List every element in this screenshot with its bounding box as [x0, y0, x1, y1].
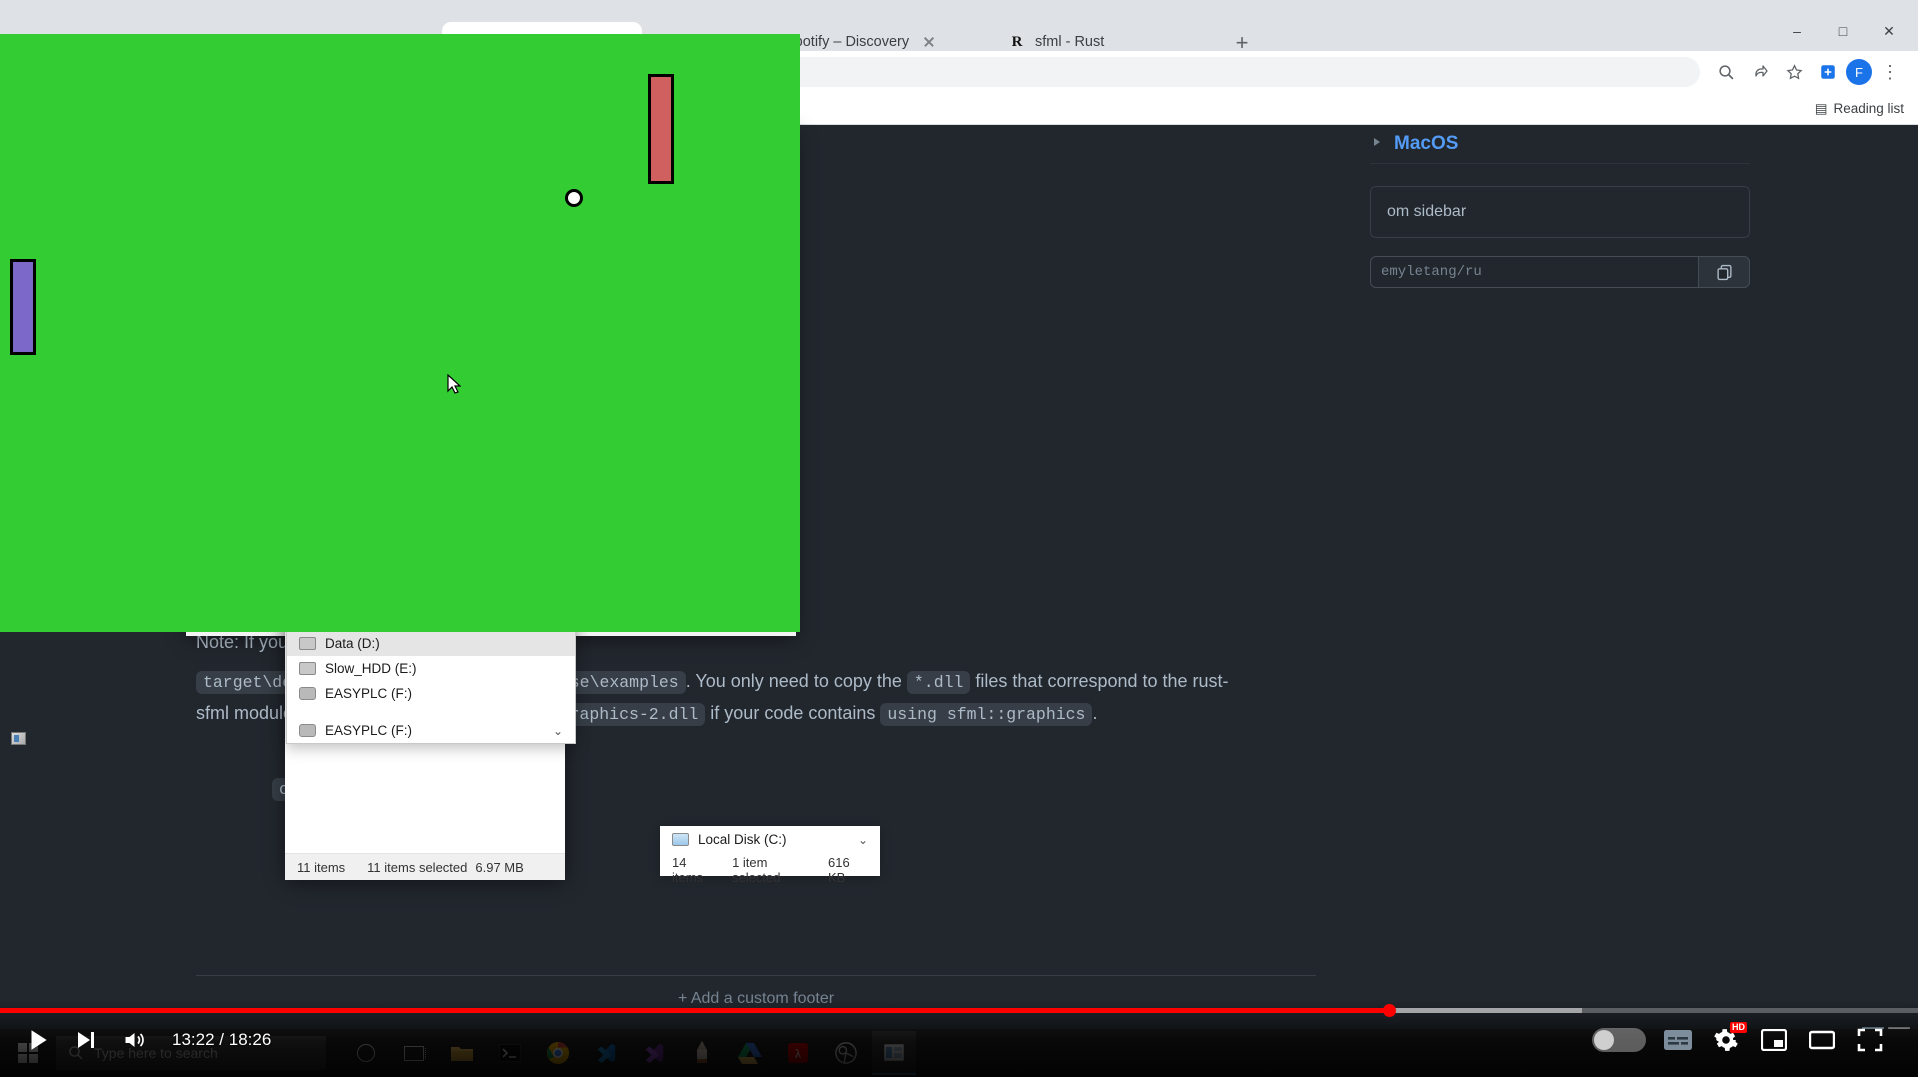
note-text: . — [1092, 703, 1098, 723]
hdd-icon — [299, 637, 316, 650]
profile-avatar[interactable]: F — [1846, 59, 1872, 85]
drive-item-4[interactable]: EASYPLC (F:) ⌄ — [287, 718, 575, 743]
fullscreen-icon[interactable] — [1846, 1016, 1894, 1064]
subtitles-icon[interactable] — [1654, 1016, 1702, 1064]
close-icon[interactable] — [920, 33, 938, 51]
inline-code: using sfml::graphics — [880, 703, 1093, 726]
item-count: 14 items — [672, 855, 704, 885]
drive-item-2[interactable]: Slow_HDD (E:) — [287, 656, 575, 681]
drive-label: EASYPLC (F:) — [325, 686, 413, 701]
sidebar-item-label: MacOS — [1394, 133, 1459, 154]
browser-window-controls: – □ ✕ — [1774, 14, 1912, 48]
theater-mode-icon[interactable] — [1798, 1016, 1846, 1064]
progress-bar[interactable] — [0, 1004, 1918, 1017]
gear-icon[interactable]: HD — [1702, 1016, 1750, 1064]
selection-count: 11 items selected — [367, 859, 468, 875]
drive-label: Local Disk (C:) — [698, 832, 787, 847]
explorer-status-bar: 14 items 1 item selected 616 KB — [660, 850, 880, 885]
pong-game-canvas[interactable] — [0, 34, 800, 632]
chrome-menu-icon[interactable]: ⋮ — [1874, 56, 1906, 88]
item-count: 11 items — [297, 859, 346, 875]
copy-icon[interactable] — [1698, 256, 1750, 288]
quality-badge: HD — [1730, 1022, 1747, 1033]
player-controls-row: 13:22 / 18:26 HD — [0, 1016, 1918, 1064]
usb-icon — [299, 687, 316, 700]
chevron-down-icon[interactable]: ⌄ — [553, 724, 563, 738]
clone-url-row: emyletang/ru — [1370, 256, 1750, 288]
chevron-right-icon — [1374, 138, 1380, 146]
note-text: . You only need to copy the — [685, 671, 907, 691]
zoom-icon[interactable] — [1710, 56, 1742, 88]
explorer-right-bottom-strip: Local Disk (C:) ⌄ 14 items 1 item select… — [660, 826, 880, 885]
player-left-controls: 13:22 / 18:26 — [0, 1016, 285, 1064]
player-right-controls: HD — [1584, 1016, 1918, 1064]
total-time: 18:26 — [228, 1030, 272, 1049]
current-time: 13:22 — [172, 1030, 215, 1049]
reading-list-button[interactable]: ▤ Reading list — [1815, 101, 1904, 117]
miniplayer-icon[interactable] — [1750, 1016, 1798, 1064]
local-disk-icon — [672, 833, 689, 846]
sfml-app-icon — [11, 732, 26, 745]
share-icon[interactable] — [1744, 56, 1776, 88]
extensions-icon[interactable] — [1812, 56, 1844, 88]
pong-ball — [565, 189, 583, 207]
play-icon[interactable] — [14, 1016, 62, 1064]
left-paddle — [10, 259, 36, 355]
chevron-down-icon[interactable]: ⌄ — [858, 833, 868, 847]
autoplay-toggle[interactable] — [1584, 1016, 1654, 1064]
minimize-button[interactable]: – — [1774, 14, 1820, 48]
right-paddle — [648, 74, 674, 184]
rust-docs-icon: R — [1011, 33, 1023, 50]
hdd-icon — [299, 662, 316, 675]
selection-size: 616 KB — [828, 855, 850, 885]
sidebar-box: om sidebar — [1370, 186, 1750, 238]
drive-item-1[interactable]: Data (D:) — [287, 631, 575, 656]
inline-code: *.dll — [906, 671, 971, 694]
next-video-icon[interactable] — [62, 1016, 110, 1064]
volume-icon[interactable] — [110, 1016, 158, 1064]
note-text: if your code contains — [705, 703, 881, 723]
omnibox-actions: F ⋮ — [1710, 56, 1906, 88]
drive-item-3[interactable]: EASYPLC (F:) — [287, 681, 575, 706]
drive-label: Data (D:) — [325, 636, 380, 651]
browser-tab-title: sfml - Rust — [1035, 34, 1105, 50]
clone-url-input[interactable]: emyletang/ru — [1370, 256, 1698, 288]
reading-list-icon: ▤ — [1814, 100, 1828, 116]
drive-label: EASYPLC (F:) — [325, 723, 413, 738]
played-bar — [0, 1008, 1389, 1013]
youtube-player-controls: 13:22 / 18:26 HD — [0, 1000, 1918, 1077]
selection-count: 1 item selected — [732, 855, 781, 885]
usb-icon — [299, 724, 316, 737]
mouse-cursor-icon — [447, 374, 461, 394]
drive-label: Slow_HDD (E:) — [325, 661, 417, 676]
star-icon[interactable] — [1778, 56, 1810, 88]
selection-size: 6.97 MB — [475, 859, 524, 875]
note-text: files that correspond to the rust- — [970, 671, 1229, 691]
close-button[interactable]: ✕ — [1866, 14, 1912, 48]
maximize-button[interactable]: □ — [1820, 14, 1866, 48]
reading-list-label: Reading list — [1833, 101, 1904, 116]
drive-hint-item[interactable]: Local Disk (C:) ⌄ — [660, 826, 880, 850]
sidebar-item-macos[interactable]: MacOS — [1370, 125, 1750, 164]
explorer-status-bar: 11 items 11 items selected 6.97 MB — [285, 853, 565, 880]
time-separator: / — [219, 1030, 225, 1049]
time-display: 13:22 / 18:26 — [158, 1030, 285, 1050]
browser-tab-title: Spotify – Discovery 2 — [785, 34, 911, 50]
wiki-sidebar: MacOS om sidebar emyletang/ru — [1370, 125, 1750, 288]
